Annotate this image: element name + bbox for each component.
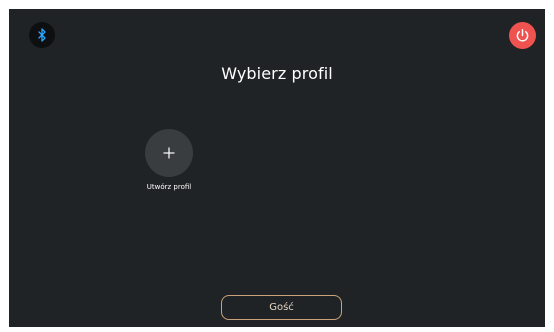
plus-icon (163, 147, 175, 159)
bluetooth-icon (38, 28, 46, 42)
guest-button[interactable]: Gość (221, 295, 342, 320)
create-profile-tile[interactable]: Utwórz profil (139, 129, 199, 192)
profile-select-screen: Wybierz profil Utwórz profil Gość (9, 9, 545, 327)
power-icon (516, 28, 529, 42)
page-title: Wybierz profil (221, 64, 333, 83)
create-profile-button[interactable] (145, 129, 193, 177)
bluetooth-button[interactable] (29, 22, 55, 48)
create-profile-label: Utwórz profil (146, 183, 192, 191)
power-button[interactable] (509, 22, 536, 49)
